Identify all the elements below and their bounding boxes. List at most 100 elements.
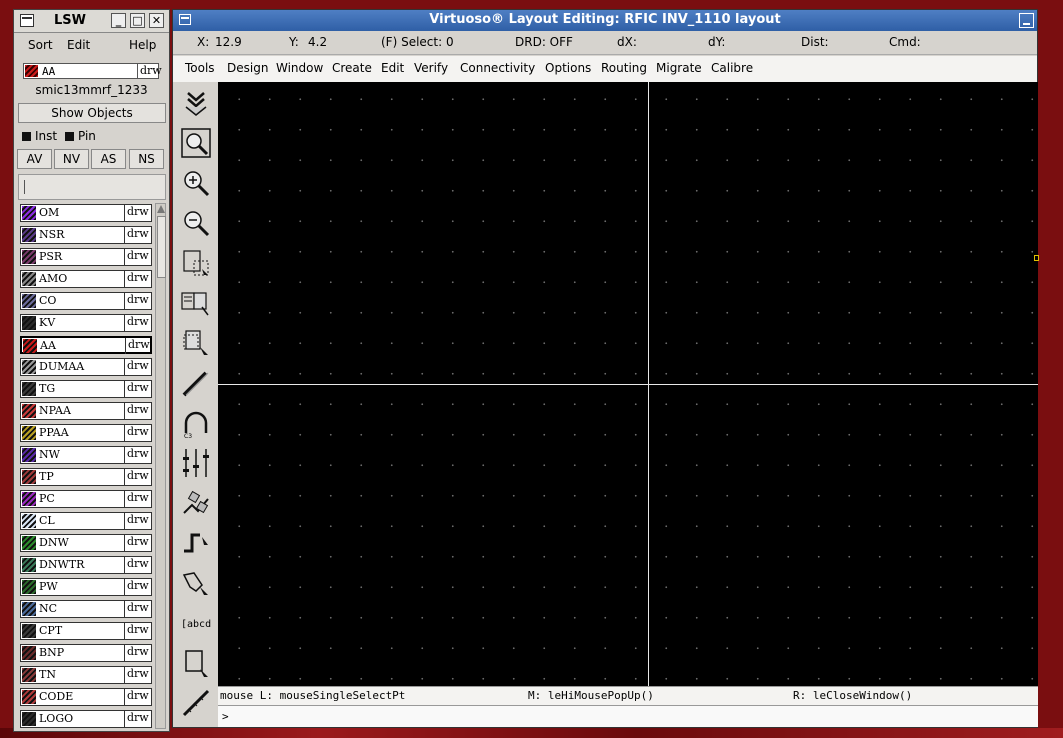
save-icon[interactable] [180,87,212,119]
layer-row[interactable]: TN drw [20,666,152,684]
maximize-icon[interactable]: □ [130,13,145,28]
layer-purpose: drw [124,601,152,617]
property-icon[interactable] [180,447,212,479]
menu-create[interactable]: Create [332,61,372,75]
layer-swatch [22,712,36,726]
label-icon[interactable]: [abcd] [180,607,217,639]
menu-edit[interactable]: Edit [381,61,404,75]
layer-row[interactable]: CL drw [20,512,152,530]
copy-icon[interactable] [180,287,212,319]
layer-row[interactable]: PC drw [20,490,152,508]
layer-purpose: drw [124,579,152,595]
delete-icon[interactable] [180,367,212,399]
layer-row[interactable]: NC drw [20,600,152,618]
close-icon[interactable]: ✕ [149,13,164,28]
window-menu-icon[interactable] [20,14,34,27]
layer-row[interactable]: NW drw [20,446,152,464]
layer-row[interactable]: AMO drw [20,270,152,288]
menu-sort[interactable]: Sort [28,38,53,52]
command-line[interactable]: > [218,705,1038,727]
layer-row[interactable]: CPT drw [20,622,152,640]
x-label: X: [197,35,210,49]
layer-name: CODE [39,690,74,703]
layer-purpose: drw [124,271,152,287]
menu-window[interactable]: Window [276,61,323,75]
inst-checkbox[interactable]: Inst [22,129,57,143]
layer-swatch [22,536,36,550]
show-objects-button[interactable]: Show Objects [18,103,166,123]
ns-button[interactable]: NS [129,149,164,169]
label-icon-text: [abcd] [181,619,212,630]
menu-calibre[interactable]: Calibre [711,61,753,75]
layer-purpose: drw [124,249,152,265]
zoom-in-icon[interactable] [180,167,212,199]
layer-purpose: drw [124,557,152,573]
instance-icon[interactable] [180,487,212,519]
layer-purpose: drw [124,645,152,661]
layer-row[interactable]: LOGO drw [20,710,152,728]
menu-routing[interactable]: Routing [601,61,647,75]
minimize-icon[interactable] [1019,13,1034,28]
layer-row[interactable]: TG drw [20,380,152,398]
menu-design[interactable]: Design [227,61,268,75]
layer-row[interactable]: PPAA drw [20,424,152,442]
layer-filter-input[interactable] [18,174,166,200]
pin-checkbox[interactable]: Pin [65,129,96,143]
layer-swatch [22,580,36,594]
layer-list-scrollbar[interactable] [155,203,166,729]
menu-migrate[interactable]: Migrate [656,61,702,75]
undo-icon[interactable]: C3 [180,407,212,440]
layer-row[interactable]: PW drw [20,578,152,596]
menu-connectivity[interactable]: Connectivity [460,61,535,75]
minimize-icon[interactable]: _ [111,13,126,28]
menu-options[interactable]: Options [545,61,591,75]
nv-button[interactable]: NV [54,149,89,169]
layer-name: TN [39,668,56,681]
layer-name: DNW [39,536,69,549]
layer-row[interactable]: CO drw [20,292,152,310]
drd-status: DRD: OFF [515,35,573,49]
polygon-icon[interactable] [180,567,212,599]
layer-purpose: drw [124,425,152,441]
mouse-left-binding: mouse L: mouseSingleSelectPt [220,689,406,702]
layer-row[interactable]: NPAA drw [20,402,152,420]
layer-row[interactable]: AA drw [20,336,152,354]
layer-swatch [22,514,36,528]
stretch-icon[interactable] [180,247,212,279]
layer-name: PPAA [39,426,69,439]
scrollbar-thumb[interactable] [157,216,166,278]
layer-purpose: drw [124,535,152,551]
status-bar: X: 12.9 Y: 4.2 (F) Select: 0 DRD: OFF dX… [173,32,1037,55]
lsw-window: LSW _ □ ✕ Sort Edit Help AA drw smic13mm… [13,9,170,732]
layer-row[interactable]: OM drw [20,204,152,222]
lsw-menubar: Sort Edit Help [14,34,169,56]
layer-row[interactable]: TP drw [20,468,152,486]
select-count: (F) Select: 0 [381,35,454,49]
fit-icon[interactable] [180,127,212,159]
menu-tools[interactable]: Tools [185,61,215,75]
move-icon[interactable] [180,327,212,359]
menu-verify[interactable]: Verify [414,61,448,75]
rectangle-icon[interactable] [180,647,212,679]
scroll-up-icon[interactable] [157,205,165,213]
layer-row[interactable]: PSR drw [20,248,152,266]
layer-row[interactable]: BNP drw [20,644,152,662]
layer-row[interactable]: DNW drw [20,534,152,552]
canvas-marker [1034,255,1039,261]
av-button[interactable]: AV [17,149,52,169]
layer-row[interactable]: CODE drw [20,688,152,706]
menu-edit[interactable]: Edit [67,38,90,52]
zoom-out-icon[interactable] [180,207,212,239]
layer-swatch [22,602,36,616]
as-button[interactable]: AS [91,149,126,169]
layer-name: PSR [39,250,63,263]
layer-row[interactable]: DNWTR drw [20,556,152,574]
current-layer[interactable]: AA drw [23,63,162,79]
path-icon[interactable] [180,527,212,559]
menu-help[interactable]: Help [129,38,156,52]
layer-row[interactable]: NSR drw [20,226,152,244]
layer-row[interactable]: KV drw [20,314,152,332]
layer-row[interactable]: DUMAA drw [20,358,152,376]
ruler-icon[interactable] [180,687,212,719]
layout-canvas[interactable] [218,82,1039,686]
